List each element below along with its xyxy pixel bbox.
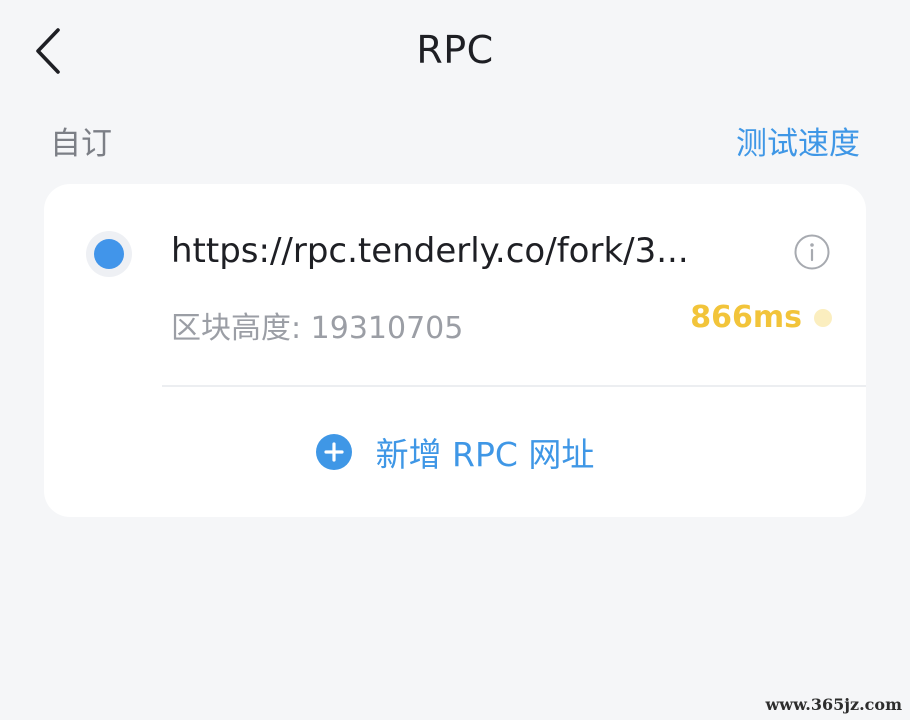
page-title: RPC	[416, 28, 494, 72]
rpc-list-item[interactable]: https://rpc.tenderly.co/fork/3... 区块高度: …	[44, 184, 866, 385]
nav-bar: RPC	[0, 0, 910, 105]
watermark: www.365jz.com	[765, 695, 902, 714]
rpc-url: https://rpc.tenderly.co/fork/3...	[171, 231, 689, 271]
plus-circle-icon	[315, 434, 352, 470]
info-circle-icon	[793, 233, 831, 275]
rpc-card: https://rpc.tenderly.co/fork/3... 区块高度: …	[44, 184, 866, 517]
section-label-custom: 自订	[50, 126, 112, 162]
latency-status-dot	[814, 309, 832, 327]
radio-dot	[94, 239, 124, 269]
add-rpc-button[interactable]: 新增 RPC 网址	[44, 387, 866, 517]
info-button[interactable]	[792, 234, 832, 274]
section-header: 自订 测试速度	[50, 115, 860, 165]
rpc-radio-selected[interactable]	[86, 231, 132, 277]
block-height: 区块高度: 19310705	[171, 311, 464, 346]
speed-test-button[interactable]: 测试速度	[736, 118, 860, 163]
add-rpc-label: 新增 RPC 网址	[375, 435, 595, 474]
latency-value: 866ms	[690, 300, 802, 335]
